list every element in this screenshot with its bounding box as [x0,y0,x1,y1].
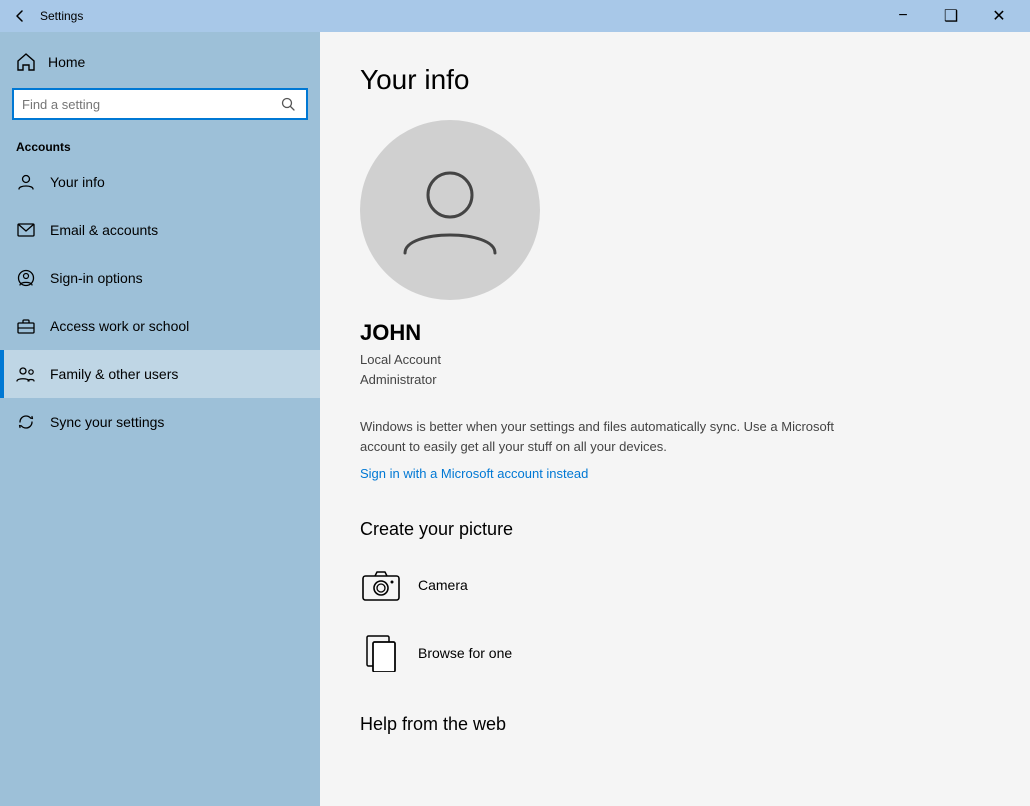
user-name: JOHN [360,320,990,346]
sidebar-item-access-work-school[interactable]: Access work or school [0,302,320,350]
browse-label: Browse for one [418,645,512,661]
sidebar-item-sync-settings[interactable]: Sync your settings [0,398,320,446]
sign-in-icon [16,268,36,288]
main-layout: Home Accounts Your info [0,32,1030,806]
minimize-button[interactable]: − [880,0,926,32]
your-info-icon [16,172,36,192]
sync-icon [16,412,36,432]
search-box[interactable] [12,88,308,120]
sidebar-item-email-accounts[interactable]: Email & accounts [0,206,320,254]
briefcase-icon [16,316,36,336]
ms-account-link[interactable]: Sign in with a Microsoft account instead [360,466,588,481]
sign-in-options-label: Sign-in options [50,270,143,286]
user-role: Administrator [360,370,990,390]
accounts-section-label: Accounts [0,132,320,158]
back-button[interactable] [8,4,32,28]
sidebar-item-your-info[interactable]: Your info [0,158,320,206]
sidebar-item-sign-in-options[interactable]: Sign-in options [0,254,320,302]
email-accounts-label: Email & accounts [50,222,158,238]
email-icon [16,220,36,240]
sidebar-item-family-other-users[interactable]: Family & other users [0,350,320,398]
content-area: Your info JOHN Local Account Administrat… [320,32,1030,806]
access-work-school-label: Access work or school [50,318,189,334]
camera-option[interactable]: Camera [360,560,990,610]
camera-icon [360,564,402,606]
window-controls: − ❑ ✕ [880,0,1022,32]
app-title: Settings [40,9,880,23]
family-other-users-label: Family & other users [50,366,178,382]
avatar-icon [395,155,505,265]
create-picture-title: Create your picture [360,519,990,540]
user-account-type: Local Account [360,350,990,370]
search-icon [278,94,298,114]
browse-option[interactable]: Browse for one [360,628,990,678]
title-bar: Settings − ❑ ✕ [0,0,1030,32]
camera-label: Camera [418,577,468,593]
family-icon [16,364,36,384]
browse-icon [360,632,402,674]
sidebar: Home Accounts Your info [0,32,320,806]
promo-text: Windows is better when your settings and… [360,417,860,456]
maximize-button[interactable]: ❑ [928,0,974,32]
search-input[interactable] [22,97,278,112]
page-title: Your info [360,64,990,96]
your-info-label: Your info [50,174,105,190]
close-button[interactable]: ✕ [976,0,1022,32]
help-title: Help from the web [360,714,990,735]
home-label: Home [48,54,85,70]
sync-settings-label: Sync your settings [50,414,164,430]
home-icon [16,52,36,72]
sidebar-item-home[interactable]: Home [0,40,320,84]
avatar [360,120,540,300]
